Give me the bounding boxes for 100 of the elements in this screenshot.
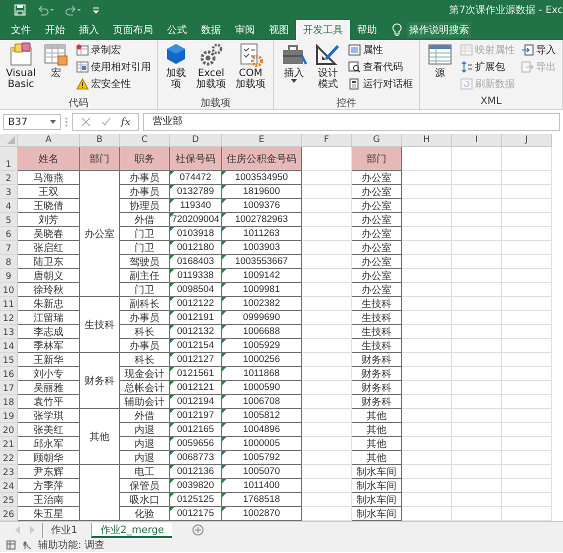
table-cell: 1002782963 <box>222 213 302 227</box>
row-header[interactable]: 24 <box>0 479 18 493</box>
check-icon[interactable] <box>101 117 111 127</box>
column-header[interactable]: A <box>18 134 80 147</box>
ribbon-button[interactable]: 扩展包 <box>458 59 517 75</box>
table-cell: 制水车间 <box>352 493 402 507</box>
table-cell: 制水车间 <box>352 465 402 479</box>
ribbon-tab[interactable]: 视图 <box>262 20 296 40</box>
tell-me-search[interactable]: 操作说明搜索 <box>407 22 471 38</box>
row-header[interactable]: 20 <box>0 423 18 437</box>
empty-cell <box>452 353 502 367</box>
ribbon-tab[interactable]: 审阅 <box>228 20 262 40</box>
table-cell: 0103918 <box>170 227 222 241</box>
empty-cell <box>502 147 552 171</box>
row-header[interactable]: 5 <box>0 213 18 227</box>
accessibility-icon[interactable] <box>22 540 32 550</box>
empty-cell <box>452 297 502 311</box>
row-header[interactable]: 13 <box>0 325 18 339</box>
column-header[interactable]: J <box>502 134 552 147</box>
row-header[interactable]: 19 <box>0 409 18 423</box>
ribbon-button[interactable]: 查看代码 <box>346 59 415 75</box>
table-cell: 门卫 <box>120 283 170 297</box>
column-header[interactable]: I <box>452 134 502 147</box>
table-cell: 0012197 <box>170 409 222 423</box>
column-header[interactable]: C <box>120 134 170 147</box>
ribbon-button[interactable]: Excel 加载项 <box>192 42 230 96</box>
column-header[interactable]: E <box>222 134 302 147</box>
row-header[interactable]: 8 <box>0 255 18 269</box>
table-cell: 1003534950 <box>222 171 302 185</box>
ribbon-button[interactable]: 源 <box>424 42 456 96</box>
ribbon-button[interactable]: 录制宏 <box>74 42 153 58</box>
gear-icon <box>199 42 224 68</box>
name-box[interactable]: B37 <box>3 114 61 130</box>
row-header[interactable]: 9 <box>0 269 18 283</box>
row-header[interactable]: 21 <box>0 437 18 451</box>
ribbon-button[interactable]: 设计模式 <box>312 42 344 96</box>
row-header[interactable]: 26 <box>0 507 18 521</box>
redo-icon[interactable] <box>64 4 82 16</box>
save-icon[interactable] <box>14 4 26 16</box>
ribbon-tab[interactable]: 插入 <box>72 20 106 40</box>
ribbon-tab[interactable]: 开始 <box>38 20 72 40</box>
column-header[interactable]: D <box>170 134 222 147</box>
ribbon-tab[interactable]: 开发工具 <box>296 20 350 40</box>
window-title: 第7次课作业源数据 - Exc <box>449 4 563 17</box>
empty-cell <box>452 255 502 269</box>
status-text[interactable]: 辅助功能: 调查 <box>38 538 105 552</box>
table-cell: 0012154 <box>170 339 222 353</box>
ribbon-button[interactable]: COM 加载项 <box>232 42 269 96</box>
column-header[interactable]: F <box>302 134 352 147</box>
row-header[interactable]: 2 <box>0 171 18 185</box>
empty-cell <box>452 213 502 227</box>
insert-function-button[interactable]: fx <box>121 116 130 128</box>
empty-cell <box>502 297 552 311</box>
table-cell: 办公室 <box>352 283 402 297</box>
empty-cell <box>452 227 502 241</box>
row-header[interactable]: 25 <box>0 493 18 507</box>
cancel-icon[interactable] <box>81 117 91 127</box>
ribbon-tab[interactable]: 文件 <box>4 20 38 40</box>
row-header[interactable]: 7 <box>0 241 18 255</box>
row-header[interactable]: 18 <box>0 395 18 409</box>
column-header[interactable]: G <box>352 134 402 147</box>
ribbon-button[interactable]: 使用相对引用 <box>74 59 153 75</box>
row-header[interactable]: 23 <box>0 465 18 479</box>
table-cell: 内退 <box>120 451 170 465</box>
row-header[interactable]: 12 <box>0 311 18 325</box>
ribbon-button[interactable]: 插入 <box>278 42 310 96</box>
table-cell: 财务科 <box>352 395 402 409</box>
row-header[interactable]: 14 <box>0 339 18 353</box>
empty-cell <box>452 185 502 199</box>
row-header[interactable]: 10 <box>0 283 18 297</box>
ribbon-button[interactable]: 运行对话框 <box>346 76 415 92</box>
row-header[interactable]: 3 <box>0 185 18 199</box>
ribbon-button[interactable]: 宏安全性 <box>74 76 153 92</box>
formula-input[interactable]: 营业部 <box>143 113 560 131</box>
add-sheet-icon[interactable] <box>192 524 204 536</box>
empty-cell <box>452 171 502 185</box>
row-header[interactable]: 15 <box>0 353 18 367</box>
row-header[interactable]: 11 <box>0 297 18 311</box>
ribbon-button[interactable]: 加载项 <box>162 42 190 96</box>
column-header[interactable]: B <box>80 134 120 147</box>
undo-icon[interactable] <box>36 4 54 16</box>
ribbon-button[interactable]: 宏 <box>40 42 72 96</box>
row-header[interactable]: 1 <box>0 147 18 171</box>
row-header[interactable]: 17 <box>0 381 18 395</box>
ribbon-tab[interactable]: 页面布局 <box>106 20 160 40</box>
ribbon-button[interactable]: 属性 <box>346 42 415 58</box>
ribbon-tab[interactable]: 帮助 <box>350 20 384 40</box>
ribbon-tab[interactable]: 数据 <box>194 20 228 40</box>
ribbon-button[interactable]: 导入 <box>519 42 558 58</box>
ribbon-tab[interactable]: 公式 <box>160 20 194 40</box>
column-header[interactable]: H <box>402 134 452 147</box>
sheet-tab[interactable]: 作业2_merge <box>91 522 172 538</box>
select-all-icon[interactable] <box>7 136 15 144</box>
ribbon-button[interactable]: Visual Basic <box>4 42 38 96</box>
row-header[interactable]: 6 <box>0 227 18 241</box>
table-cell: 1009142 <box>222 269 302 283</box>
row-header[interactable]: 4 <box>0 199 18 213</box>
empty-cell <box>502 241 552 255</box>
row-header[interactable]: 16 <box>0 367 18 381</box>
row-header[interactable]: 22 <box>0 451 18 465</box>
